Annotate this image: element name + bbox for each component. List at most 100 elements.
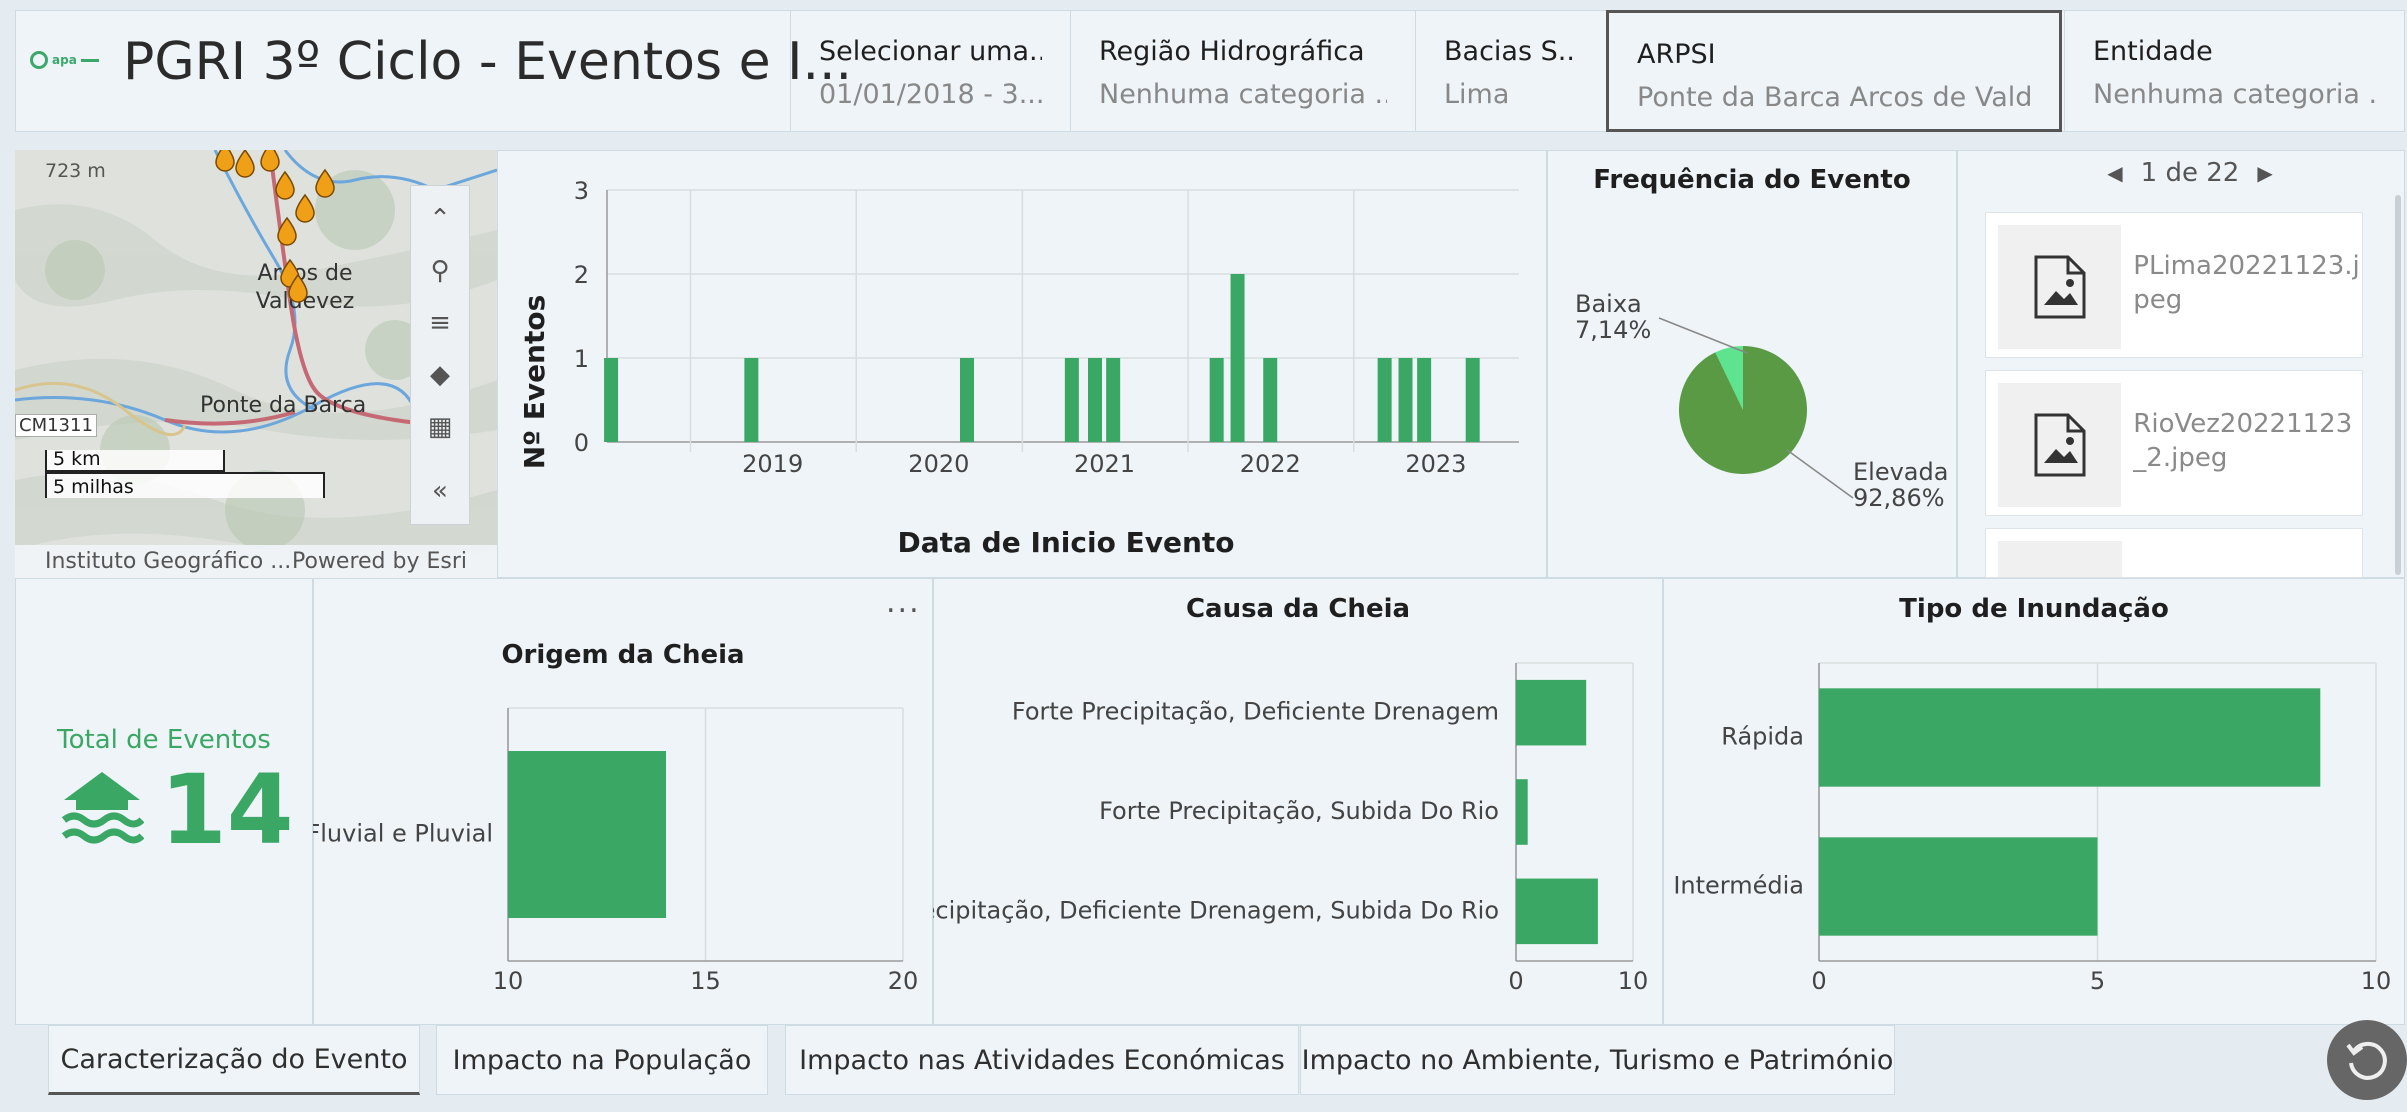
event-bar — [1398, 358, 1413, 442]
gallery-item-name: PLima20221123.jpeg — [2133, 251, 2360, 315]
timeline-chart[interactable]: 0 1 2 3 2019 2020 2021 2022 2023 Data de Inicio… — [497, 150, 1547, 578]
tab-caracterizacao[interactable]: Caracterização do Evento — [48, 1025, 420, 1095]
x-tick-label: 2020 — [908, 450, 969, 478]
collapse-left-icon[interactable]: « — [411, 466, 469, 516]
legend-icon[interactable]: ≡ — [411, 298, 469, 348]
timeline-ylabel: Nº Eventos — [518, 295, 551, 470]
map-toolbar: ⌃ ⚲ ≡ ◆ ▦ « — [410, 185, 470, 525]
y-tick-label: 2 — [574, 261, 589, 289]
selector-value: 01/01/2018 - 3... — [819, 79, 1042, 110]
gallery-item-partial[interactable] — [1985, 528, 2363, 578]
y-tick-label: 1 — [574, 345, 589, 373]
category-bar — [1516, 779, 1528, 845]
flood-house-icon — [61, 772, 144, 844]
scale-km-label: 5 km — [53, 448, 101, 470]
y-tick-label: 3 — [574, 177, 589, 205]
event-bar — [604, 358, 619, 442]
gallery-pager: ◀ 1 de 22 ▶ — [2090, 155, 2290, 191]
collapse-up-icon[interactable]: ⌃ — [411, 194, 469, 244]
pie-value-elevada: 92,86% — [1853, 484, 1945, 512]
gallery-scrollbar[interactable] — [2395, 195, 2401, 575]
category-label: Fluvial e Pluvial — [313, 820, 493, 848]
event-marker-icon — [275, 170, 295, 200]
scale-bar-miles: 5 milhas — [45, 472, 325, 498]
bacias-selector[interactable]: Bacias S... Lima — [1415, 10, 1605, 132]
x-tick-label: 15 — [690, 967, 721, 995]
event-bar — [1064, 358, 1079, 442]
date-selector[interactable]: Selecionar uma... 01/01/2018 - 3... — [790, 10, 1070, 132]
event-bar — [1465, 358, 1480, 442]
x-tick-label: 0 — [1811, 967, 1826, 995]
app-title: PGRI 3º Ciclo - Eventos e I... — [123, 32, 853, 92]
gallery-item[interactable]: RioVez20221123_2.jpeg — [1985, 370, 2363, 516]
event-marker-icon — [277, 216, 297, 246]
tab-impacto-atividades[interactable]: Impacto nas Atividades Económicas — [785, 1025, 1299, 1095]
event-marker-icon — [235, 150, 255, 178]
tipo-chart[interactable]: 0 5 10 Rápida Intermédia — [1663, 578, 2405, 1025]
gallery-item[interactable]: PLima20221123.jpeg — [1985, 212, 2363, 358]
layers-icon[interactable]: ◆ — [411, 350, 469, 400]
search-icon[interactable]: ⚲ — [411, 246, 469, 296]
refresh-icon — [2346, 1041, 2387, 1080]
x-tick-label: 10 — [1618, 967, 1649, 995]
category-label: Rápida — [1721, 723, 1804, 751]
category-bar — [508, 751, 666, 918]
qr-icon[interactable]: ▦ — [411, 402, 469, 452]
logo-bar-icon — [80, 58, 99, 62]
scale-miles-label: 5 milhas — [53, 476, 134, 498]
selector-value: Lima — [1444, 79, 1510, 110]
category-bar — [1819, 837, 2098, 936]
pie-label-elevada: Elevada — [1853, 458, 1948, 486]
prev-page-icon[interactable]: ◀ — [2107, 161, 2122, 185]
logo-text: apa — [52, 53, 77, 67]
attribution-esri[interactable]: Powered by Esri — [292, 549, 467, 574]
category-bar — [1819, 688, 2321, 787]
event-bar — [1088, 358, 1103, 442]
causa-chart[interactable]: 0 10 Forte Precipitação, Deficiente Drenag… — [933, 578, 1663, 1025]
next-page-icon[interactable]: ▶ — [2257, 161, 2272, 185]
x-tick-label: 2023 — [1405, 450, 1466, 478]
category-bar — [1516, 679, 1587, 746]
x-tick-label: 2022 — [1240, 450, 1301, 478]
tab-impacto-ambiente[interactable]: Impacto no Ambiente, Turismo e Patrimóni… — [1300, 1025, 1895, 1095]
event-bar — [744, 358, 759, 442]
category-label: Forte Precipitação, Deficiente Drenagem,… — [933, 896, 1499, 924]
event-marker-icon — [215, 150, 235, 172]
frequency-pie-chart[interactable]: Baixa 7,14% Elevada 92,86% — [1547, 150, 1957, 578]
x-tick-label: 20 — [888, 967, 919, 995]
event-bar — [959, 358, 974, 442]
x-tick-label: 0 — [1508, 967, 1523, 995]
selector-label: Região Hidrográfica — [1099, 36, 1365, 67]
event-bar — [1377, 358, 1392, 442]
event-bar — [1106, 358, 1121, 442]
event-bar — [1209, 358, 1224, 442]
pie-value-baixa: 7,14% — [1575, 316, 1651, 344]
y-tick-label: 0 — [574, 429, 589, 457]
selector-value: Nenhuma categoria ... — [2093, 79, 2376, 110]
x-tick-label: 10 — [493, 967, 524, 995]
selector-label: ARPSI — [1637, 39, 1716, 70]
category-label: Forte Precipitação, Subida Do Rio — [1099, 797, 1499, 825]
pie-label-baixa: Baixa — [1575, 290, 1642, 318]
map-attribution: Instituto Geográfico ... Powered by Esri — [15, 545, 497, 578]
scale-bar-km: 5 km — [45, 448, 225, 472]
gallery-item-name: RioVez20221123_2.jpeg — [2133, 409, 2353, 473]
category-bar — [1516, 878, 1598, 945]
image-file-icon — [1998, 225, 2122, 349]
pie-leader-line — [1658, 317, 1748, 354]
event-bar — [1417, 358, 1432, 442]
regiao-hidrografica-selector[interactable]: Região Hidrográfica Nenhuma categoria ..… — [1070, 10, 1415, 132]
total-value: 14 — [160, 754, 294, 866]
tab-impacto-populacao[interactable]: Impacto na População — [436, 1025, 768, 1095]
image-file-icon — [1998, 383, 2122, 507]
selector-value: Ponte da Barca Arcos de Valde... — [1637, 82, 2031, 113]
category-label: Intermédia — [1673, 872, 1804, 900]
event-marker-icon — [260, 150, 280, 172]
entidade-selector[interactable]: Entidade Nenhuma categoria ... — [2064, 10, 2404, 132]
refresh-button[interactable] — [2327, 1020, 2407, 1100]
arpsi-selector[interactable]: ARPSI Ponte da Barca Arcos de Valde... — [1606, 10, 2062, 132]
origem-chart[interactable]: 10 15 20 Fluvial e Pluvial — [313, 578, 933, 1025]
selector-label: Bacias S... — [1444, 36, 1577, 67]
event-marker-icon — [295, 193, 315, 223]
apa-logo: apa — [30, 46, 110, 74]
